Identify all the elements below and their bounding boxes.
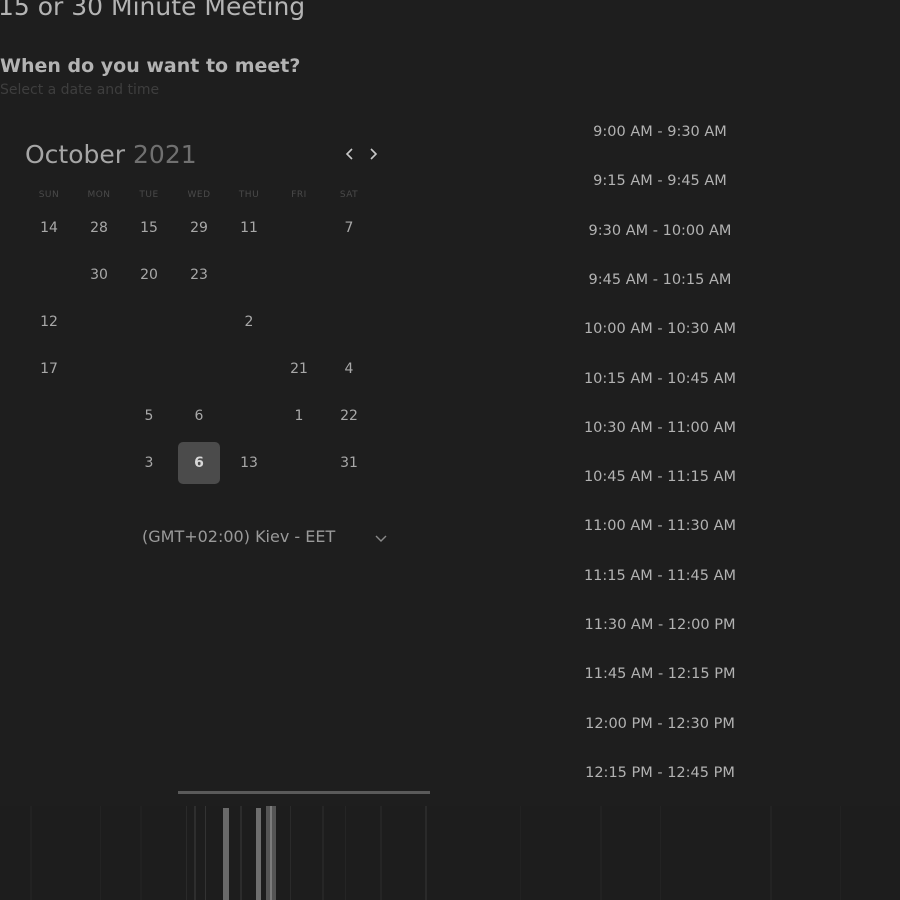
time-slot-button[interactable]: 9:15 AM - 9:45 AM: [560, 167, 760, 195]
calendar-day: [78, 301, 120, 343]
calendar-day: [328, 254, 370, 296]
weekday-label: SUN: [38, 190, 60, 200]
page-title: 15 or 30 Minute Meeting: [0, 0, 306, 21]
calendar-day[interactable]: 2: [228, 301, 270, 343]
rendering-artifact: [0, 806, 900, 900]
time-slot-button[interactable]: 9:30 AM - 10:00 AM: [560, 217, 760, 245]
time-slot-button[interactable]: 10:45 AM - 11:15 AM: [560, 463, 760, 491]
month-year-label: October 2021: [25, 140, 197, 169]
weekday-label: MON: [87, 190, 111, 200]
calendar-day: [78, 348, 120, 390]
chevron-right-icon: [370, 148, 378, 160]
calendar-day[interactable]: 12: [28, 301, 70, 343]
prompt-heading: When do you want to meet?: [0, 55, 301, 77]
timezone-select[interactable]: (GMT+02:00) Kiev - EET: [142, 527, 392, 551]
calendar-day: [128, 348, 170, 390]
calendar-day: [78, 395, 120, 437]
divider: [178, 791, 430, 794]
prompt-subtitle: Select a date and time: [0, 82, 160, 98]
time-slot-button[interactable]: 12:15 PM - 12:45 PM: [560, 759, 760, 787]
chevron-left-icon: [345, 148, 353, 160]
weekday-label: SAT: [339, 190, 359, 200]
calendar-day[interactable]: 14: [28, 207, 70, 249]
time-slot-button[interactable]: 10:00 AM - 10:30 AM: [560, 315, 760, 343]
calendar-day[interactable]: 1: [278, 395, 320, 437]
month-name: October: [25, 140, 126, 169]
year-name: 2021: [133, 140, 197, 169]
time-slot-button[interactable]: 9:45 AM - 10:15 AM: [560, 266, 760, 294]
calendar-day[interactable]: 13: [228, 442, 270, 484]
time-slot-button[interactable]: 10:15 AM - 10:45 AM: [560, 365, 760, 393]
calendar-day: [228, 395, 270, 437]
calendar-day: [278, 207, 320, 249]
calendar-day: [278, 442, 320, 484]
calendar-day[interactable]: 17: [28, 348, 70, 390]
calendar-day: [328, 301, 370, 343]
time-slot-button[interactable]: 9:00 AM - 9:30 AM: [560, 118, 760, 146]
calendar-day: [28, 442, 70, 484]
calendar-day[interactable]: 6: [178, 395, 220, 437]
calendar-day[interactable]: 31: [328, 442, 370, 484]
calendar-day: [278, 254, 320, 296]
next-month-button[interactable]: [364, 144, 384, 164]
calendar-day: [28, 254, 70, 296]
weekday-label: WED: [187, 190, 211, 200]
time-slot-button[interactable]: 11:15 AM - 11:45 AM: [560, 562, 760, 590]
calendar-day[interactable]: 3: [128, 442, 170, 484]
time-slot-button[interactable]: 11:00 AM - 11:30 AM: [560, 512, 760, 540]
scheduler-page: 15 or 30 Minute Meeting When do you want…: [0, 0, 900, 900]
chevron-down-icon: [375, 535, 387, 542]
calendar-day[interactable]: 22: [328, 395, 370, 437]
calendar-day[interactable]: 4: [328, 348, 370, 390]
calendar-day[interactable]: 21: [278, 348, 320, 390]
calendar-day[interactable]: 15: [128, 207, 170, 249]
weekday-label: THU: [238, 190, 260, 200]
calendar-day: [78, 442, 120, 484]
time-slot-button[interactable]: 11:45 AM - 12:15 PM: [560, 660, 760, 688]
calendar-day[interactable]: 23: [178, 254, 220, 296]
calendar-day[interactable]: 29: [178, 207, 220, 249]
calendar-day[interactable]: 20: [128, 254, 170, 296]
prev-month-button[interactable]: [340, 144, 360, 164]
calendar-day: [228, 348, 270, 390]
timezone-label: (GMT+02:00) Kiev - EET: [142, 527, 336, 546]
time-slot-button[interactable]: 11:30 AM - 12:00 PM: [560, 611, 760, 639]
time-slot-button[interactable]: 12:00 PM - 12:30 PM: [560, 710, 760, 738]
calendar-day[interactable]: 30: [78, 254, 120, 296]
calendar-day[interactable]: 7: [328, 207, 370, 249]
weekday-label: TUE: [139, 190, 159, 200]
calendar-day: [178, 348, 220, 390]
calendar-day: [228, 254, 270, 296]
calendar-day: [178, 301, 220, 343]
weekday-label: FRI: [291, 190, 307, 200]
calendar-day[interactable]: 28: [78, 207, 120, 249]
calendar-day-selected[interactable]: 6: [178, 442, 220, 484]
calendar-day[interactable]: 5: [128, 395, 170, 437]
time-slot-button[interactable]: 10:30 AM - 11:00 AM: [560, 414, 760, 442]
calendar-day: [28, 395, 70, 437]
calendar-day[interactable]: 11: [228, 207, 270, 249]
calendar-day: [128, 301, 170, 343]
calendar-day: [278, 301, 320, 343]
